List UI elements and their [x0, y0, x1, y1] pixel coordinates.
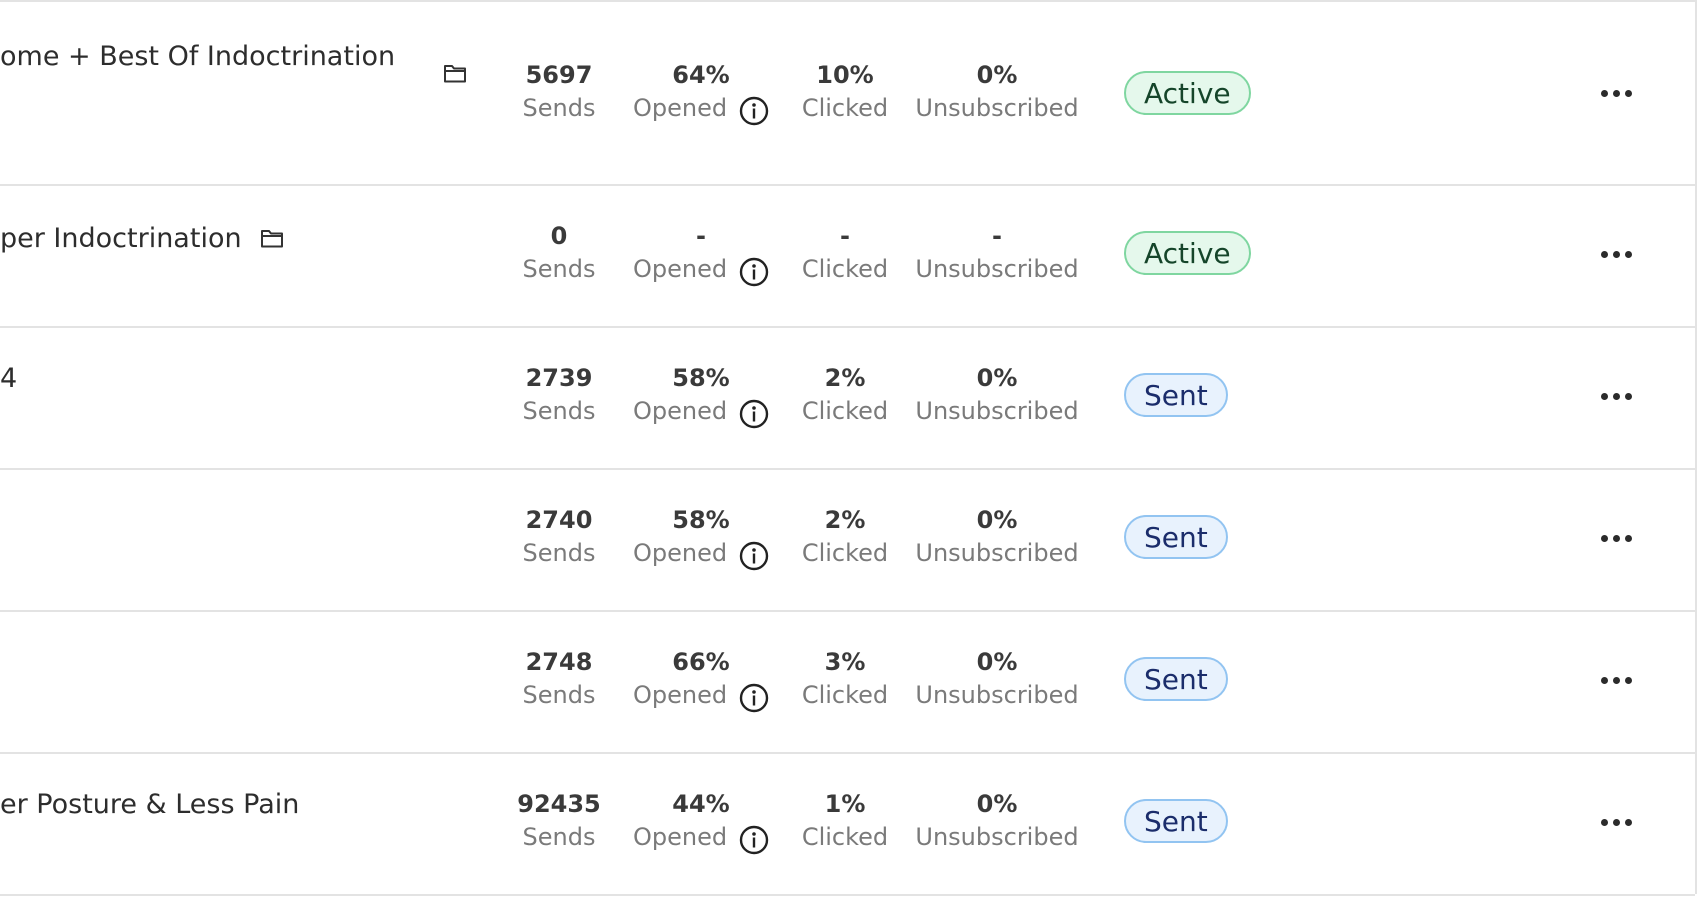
status-badge: Active [1124, 71, 1251, 115]
status-badge: Active [1124, 231, 1251, 275]
status-badge: Sent [1124, 799, 1228, 843]
unsubscribed-label: Unsubscribed [915, 397, 1079, 425]
table-row[interactable]: 2740 Sends 58% Opened 2% Clicked 0% Unsu… [0, 470, 1695, 612]
unsubscribed-stat: 0% Unsubscribed [912, 788, 1082, 854]
unsubscribed-value: 0% [976, 506, 1018, 534]
clicked-stat: 3% Clicked [760, 646, 930, 712]
clicked-value: 2% [824, 506, 866, 534]
clicked-value: 1% [824, 790, 866, 818]
more-options-icon[interactable] [1596, 73, 1636, 113]
more-options-icon[interactable] [1596, 660, 1636, 700]
sequences-table: ome + Best Of Indoctrination 5697 Sends … [0, 0, 1697, 918]
clicked-label: Clicked [801, 823, 889, 851]
unsubscribed-stat: 0% Unsubscribed [912, 504, 1082, 570]
table-row[interactable]: er Posture & Less Pain 92435 Sends 44% O… [0, 754, 1695, 896]
row-title[interactable]: er Posture & Less Pain [0, 784, 299, 824]
table-row[interactable]: 2748 Sends 66% Opened 3% Clicked 0% Unsu… [0, 612, 1695, 754]
more-options-icon[interactable] [1596, 802, 1636, 842]
unsubscribed-stat: - Unsubscribed [912, 220, 1082, 286]
clicked-stat: - Clicked [760, 220, 930, 286]
unsubscribed-stat: 0% Unsubscribed [912, 362, 1082, 428]
unsubscribed-stat: 0% Unsubscribed [912, 59, 1082, 125]
status-badge: Sent [1124, 515, 1228, 559]
row-title-text[interactable]: ome + Best Of Indoctrination [0, 41, 395, 72]
unsubscribed-value: 0% [976, 364, 1018, 392]
folder-icon[interactable] [260, 227, 284, 249]
clicked-stat: 2% Clicked [760, 504, 930, 570]
row-title[interactable]: per Indoctrination [0, 218, 284, 258]
more-options-icon[interactable] [1596, 518, 1636, 558]
status-badge: Sent [1124, 373, 1228, 417]
clicked-label: Clicked [801, 94, 889, 122]
unsubscribed-value: 0% [976, 61, 1018, 89]
unsubscribed-label: Unsubscribed [915, 94, 1079, 122]
unsubscribed-value: - [992, 222, 1002, 250]
unsubscribed-stat: 0% Unsubscribed [912, 646, 1082, 712]
row-title[interactable]: ome + Best Of Indoctrination [0, 36, 395, 76]
row-title[interactable]: 4 [0, 358, 17, 398]
clicked-label: Clicked [801, 539, 889, 567]
unsubscribed-label: Unsubscribed [915, 681, 1079, 709]
table-row[interactable]: ome + Best Of Indoctrination 5697 Sends … [0, 2, 1695, 186]
clicked-stat: 10% Clicked [760, 59, 930, 125]
table-row[interactable]: 4 2739 Sends 58% Opened 2% Clicked 0% Un… [0, 328, 1695, 470]
clicked-label: Clicked [801, 255, 889, 283]
more-options-icon[interactable] [1596, 234, 1636, 274]
unsubscribed-value: 0% [976, 790, 1018, 818]
unsubscribed-label: Unsubscribed [915, 539, 1079, 567]
more-options-icon[interactable] [1596, 376, 1636, 416]
clicked-value: - [840, 222, 850, 250]
unsubscribed-label: Unsubscribed [915, 823, 1079, 851]
clicked-value: 3% [824, 648, 866, 676]
clicked-value: 10% [816, 61, 874, 89]
clicked-label: Clicked [801, 397, 889, 425]
row-title-text[interactable]: per Indoctrination [0, 223, 242, 254]
status-badge: Sent [1124, 657, 1228, 701]
row-title-text[interactable]: er Posture & Less Pain [0, 789, 299, 820]
folder-icon[interactable] [443, 62, 467, 84]
clicked-label: Clicked [801, 681, 889, 709]
clicked-value: 2% [824, 364, 866, 392]
clicked-stat: 2% Clicked [760, 362, 930, 428]
unsubscribed-value: 0% [976, 648, 1018, 676]
table-row[interactable]: per Indoctrination 0 Sends - Opened - Cl… [0, 186, 1695, 328]
row-title-text[interactable]: 4 [0, 363, 17, 394]
unsubscribed-label: Unsubscribed [915, 255, 1079, 283]
clicked-stat: 1% Clicked [760, 788, 930, 854]
